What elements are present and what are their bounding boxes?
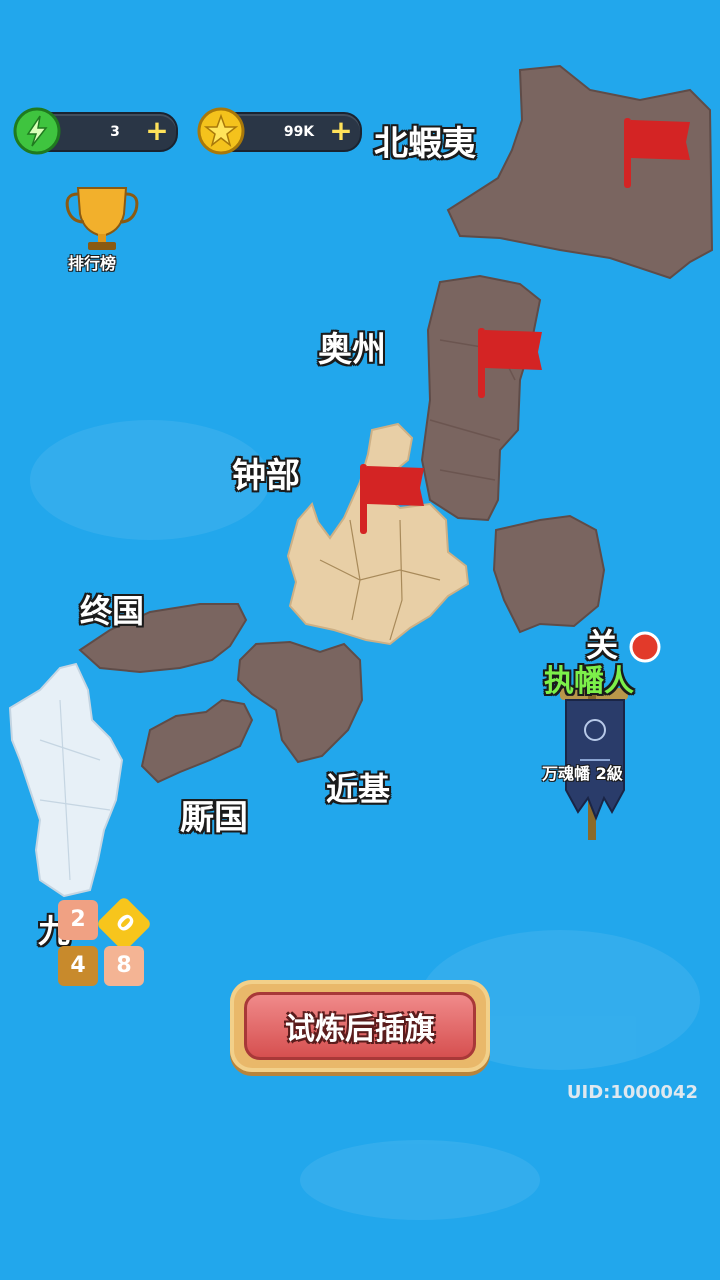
- label-chubu: 钟部: [232, 456, 300, 496]
- game-map-screen: 3 + 99K + 排行榜 北蝦夷 奥州 钟部 终国 近基 厮国 关 九 执幡人…: [0, 0, 720, 1280]
- label-chugoku: 厮国: [180, 798, 248, 838]
- label-oshu: 奥州: [318, 330, 386, 370]
- game-2048-button[interactable]: 2 0 4 8: [56, 895, 156, 992]
- energy-value: 3: [110, 124, 120, 140]
- trial-button-label: 试炼后插旗: [285, 1012, 435, 1047]
- add-coins-button[interactable]: +: [328, 117, 354, 145]
- tile-8: 8: [104, 946, 144, 986]
- region-hokkaido[interactable]: [446, 64, 714, 280]
- tile-4: 4: [58, 946, 98, 986]
- banner-holder-title: 执幡人: [544, 664, 634, 699]
- trial-button-face: 试炼后插旗: [244, 992, 476, 1060]
- star-coin-icon: [197, 107, 245, 155]
- tile-0: 0: [95, 895, 153, 953]
- trophy-icon[interactable]: [65, 187, 139, 250]
- tile-2: 2: [58, 900, 98, 940]
- alert-dot: [629, 631, 661, 663]
- energy-bar: 3 +: [13, 107, 178, 155]
- coin-value: 99K: [283, 124, 315, 140]
- lightning-icon: [13, 107, 61, 155]
- region-kinki[interactable]: [236, 640, 364, 764]
- add-energy-button[interactable]: +: [144, 117, 170, 145]
- leaderboard-label[interactable]: 排行榜: [68, 250, 116, 274]
- region-kanto[interactable]: [492, 514, 606, 634]
- coin-bar: 99K +: [197, 107, 362, 155]
- user-id: UID:1000042: [566, 1082, 698, 1103]
- label-hokkaido: 北蝦夷: [374, 124, 476, 164]
- label-shikoku: 终国: [80, 592, 145, 630]
- region-chugoku[interactable]: [140, 698, 254, 784]
- banner-item-label: 万魂幡 2級: [542, 764, 623, 783]
- trial-then-plant-flag-button[interactable]: 试炼后插旗: [230, 980, 490, 1072]
- label-kinki: 近基: [326, 770, 391, 808]
- region-kyushu[interactable]: [8, 662, 124, 898]
